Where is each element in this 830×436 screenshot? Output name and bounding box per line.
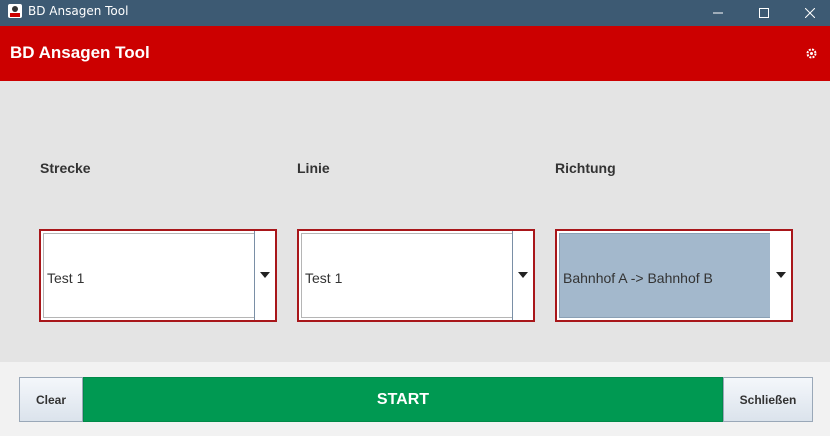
linie-value: Test 1: [305, 270, 343, 286]
maximize-icon: [759, 8, 769, 18]
linie-dropdown[interactable]: Test 1: [297, 229, 535, 322]
minimize-button[interactable]: [695, 0, 741, 26]
page-title: BD Ansagen Tool: [10, 43, 150, 62]
app-header: BD Ansagen Tool: [0, 26, 830, 81]
strecke-dropdown[interactable]: Test 1: [39, 229, 277, 322]
strecke-dropdown-toggle[interactable]: [254, 231, 275, 320]
chevron-down-icon: [776, 272, 786, 278]
start-button[interactable]: START: [83, 377, 723, 422]
richtung-dropdown-toggle[interactable]: [770, 231, 791, 320]
richtung-value: Bahnhof A -> Bahnhof B: [563, 270, 713, 286]
gear-icon[interactable]: [805, 47, 818, 60]
maximize-button[interactable]: [741, 0, 787, 26]
richtung-dropdown-field[interactable]: Bahnhof A -> Bahnhof B: [559, 233, 789, 318]
window-titlebar: BD Ansagen Tool: [0, 0, 830, 26]
close-icon: [805, 8, 815, 18]
strecke-label: Strecke: [40, 160, 91, 176]
clear-button[interactable]: Clear: [19, 377, 83, 422]
richtung-label: Richtung: [555, 160, 616, 176]
linie-dropdown-toggle[interactable]: [512, 231, 533, 320]
schliessen-button[interactable]: Schließen: [723, 377, 813, 422]
linie-label: Linie: [297, 160, 330, 176]
strecke-dropdown-field[interactable]: Test 1: [43, 233, 273, 318]
linie-dropdown-field[interactable]: Test 1: [301, 233, 531, 318]
chevron-down-icon: [260, 272, 270, 278]
app-icon: [8, 4, 22, 18]
strecke-value: Test 1: [47, 270, 85, 286]
minimize-icon: [713, 12, 723, 14]
close-window-button[interactable]: [787, 0, 830, 26]
window-title: BD Ansagen Tool: [28, 4, 129, 18]
richtung-dropdown[interactable]: Bahnhof A -> Bahnhof B: [555, 229, 793, 322]
chevron-down-icon: [518, 272, 528, 278]
